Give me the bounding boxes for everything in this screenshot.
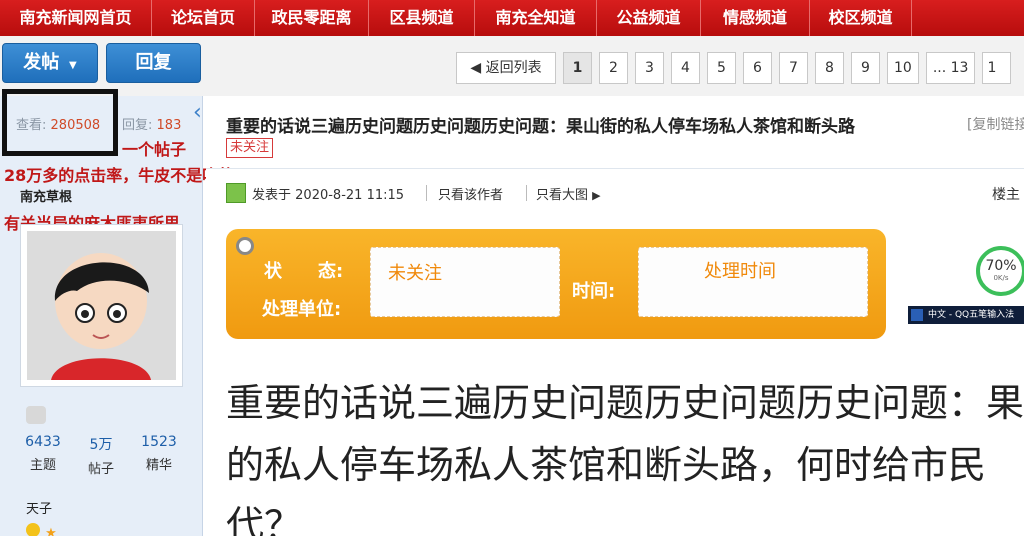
page-jump-input[interactable]: 1 xyxy=(982,52,1012,84)
status-panel: 状 态: 处理单位: 未关注 时间: 处理时间 xyxy=(226,229,886,339)
status-label: 状 态: xyxy=(264,261,344,282)
nav-item-govt[interactable]: 政民零距离 xyxy=(255,0,369,36)
gear-icon xyxy=(236,237,254,255)
ime-label: 中文 - QQ五笔输入法 xyxy=(928,310,1015,320)
nav-item-charity[interactable]: 公益频道 xyxy=(597,0,701,36)
avatar-image xyxy=(27,231,176,380)
speed-rate: 0K/s xyxy=(993,274,1009,282)
back-arrow-icon: ◀ xyxy=(470,60,482,76)
page-6[interactable]: 6 xyxy=(743,52,772,84)
posted-time: 发表于 2020-8-21 11:15 xyxy=(252,184,404,203)
replies-stat: 回复: 183 xyxy=(122,114,181,133)
annotation-line-1: 一个帖子 xyxy=(122,140,187,159)
nav-item-home[interactable]: 南充新闻网首页 xyxy=(0,0,152,36)
only-images-link[interactable]: 只看大图 ▶ xyxy=(536,184,601,203)
rank-star-icon: ★ xyxy=(26,522,66,536)
topics-count: 6433 xyxy=(25,434,61,450)
page-10[interactable]: 10 xyxy=(887,52,919,84)
page-7[interactable]: 7 xyxy=(779,52,808,84)
page-last[interactable]: ... 13 xyxy=(925,52,976,84)
highlight-box xyxy=(2,89,118,156)
status-value: 未关注 xyxy=(388,263,442,284)
posts-label: 帖子 xyxy=(87,462,114,477)
topics-label: 主题 xyxy=(29,458,56,473)
page-8[interactable]: 8 xyxy=(815,52,844,84)
user-group-icon xyxy=(26,406,46,424)
nav-item-knowall[interactable]: 南充全知道 xyxy=(475,0,597,36)
digest-label: 精华 xyxy=(145,458,172,473)
floor-label: 楼主 xyxy=(992,187,1020,203)
ime-toolbar[interactable]: 中文 - QQ五笔输入法 xyxy=(908,306,1024,324)
unit-label: 处理单位: xyxy=(262,299,342,320)
annotation-line-2: 28万多的点击率，牛皮不是吹的 xyxy=(4,166,235,185)
online-status-icon xyxy=(226,183,246,203)
posts-count: 5万 xyxy=(89,437,113,453)
nav-item-forum[interactable]: 论坛首页 xyxy=(152,0,255,36)
only-author-link[interactable]: 只看该作者 xyxy=(438,184,503,203)
chevron-down-icon: ▼ xyxy=(65,60,77,71)
page-1[interactable]: 1 xyxy=(563,52,592,84)
meta-divider xyxy=(526,185,527,201)
author-name[interactable]: 南充草根 xyxy=(20,186,72,205)
nav-item-emotion[interactable]: 情感频道 xyxy=(701,0,810,36)
digest-count: 1523 xyxy=(141,434,177,450)
time-value: 处理时间 xyxy=(704,261,776,282)
only-images-label: 只看大图 xyxy=(536,188,589,203)
reply-button[interactable]: 回复 xyxy=(106,43,201,83)
post-body-line-3: 代？ xyxy=(226,503,303,536)
page-2[interactable]: 2 xyxy=(599,52,628,84)
replies-count: 183 xyxy=(156,118,182,133)
posted-date: 2020-8-21 11:15 xyxy=(295,188,405,203)
avatar-cartoon-icon xyxy=(27,231,176,380)
page-4[interactable]: 4 xyxy=(671,52,700,84)
nav-item-campus[interactable]: 校区频道 xyxy=(810,0,912,36)
post-body-line-2: 的私人停车场私人茶馆和断头路，何时给市民 xyxy=(226,443,987,487)
stat-topics[interactable]: 6433 主题 xyxy=(18,434,68,473)
forum-page: 南充新闻网首页 论坛首页 政民零距离 区县频道 南充全知道 公益频道 情感频道 … xyxy=(0,0,1024,536)
copy-link-button[interactable]: [复制链接] xyxy=(967,114,1024,134)
network-speed-widget[interactable]: 70% 0K/s xyxy=(976,246,1024,296)
page-5[interactable]: 5 xyxy=(707,52,736,84)
avatar[interactable] xyxy=(20,224,183,387)
status-badge: 未关注 xyxy=(226,138,274,158)
user-rank: 天子 xyxy=(26,502,53,517)
top-nav-bar: 南充新闻网首页 论坛首页 政民零距离 区县频道 南充全知道 公益频道 情感频道 … xyxy=(0,0,1024,36)
nav-item-county[interactable]: 区县频道 xyxy=(369,0,475,36)
post-button[interactable]: 发帖 ▼ xyxy=(2,43,98,83)
meta-divider xyxy=(426,185,427,201)
post-button-label: 发帖 xyxy=(23,52,60,73)
speed-percent: 70% xyxy=(985,258,1017,274)
stat-digest[interactable]: 1523 精华 xyxy=(134,434,184,473)
post-body-line-1: 重要的话说三遍历史问题历史问题历史问题：果 xyxy=(226,381,1024,425)
back-to-list-button[interactable]: ◀ 返回列表 xyxy=(456,52,556,84)
ime-icon xyxy=(911,309,923,321)
post-meta: 发表于 2020-8-21 11:15 只看该作者 只看大图 ▶ 楼主 xyxy=(206,168,1024,220)
time-label: 时间: xyxy=(572,281,616,302)
back-label: 返回列表 xyxy=(485,60,542,76)
page-3[interactable]: 3 xyxy=(635,52,664,84)
stat-posts[interactable]: 5万 帖子 xyxy=(76,434,126,477)
triangle-right-icon: ▶ xyxy=(592,189,601,202)
pagination: ◀ 返回列表 1 2 3 4 5 6 7 8 9 10 ... 13 1 xyxy=(456,52,1012,84)
page-9[interactable]: 9 xyxy=(851,52,880,84)
posted-prefix: 发表于 xyxy=(252,188,292,203)
chevron-left-icon: ‹ xyxy=(193,100,202,125)
replies-label: 回复: xyxy=(122,118,153,133)
post-title: 重要的话说三遍历史问题历史问题历史问题：果山街的私人停车场私人茶馆和断头路 xyxy=(226,117,855,137)
